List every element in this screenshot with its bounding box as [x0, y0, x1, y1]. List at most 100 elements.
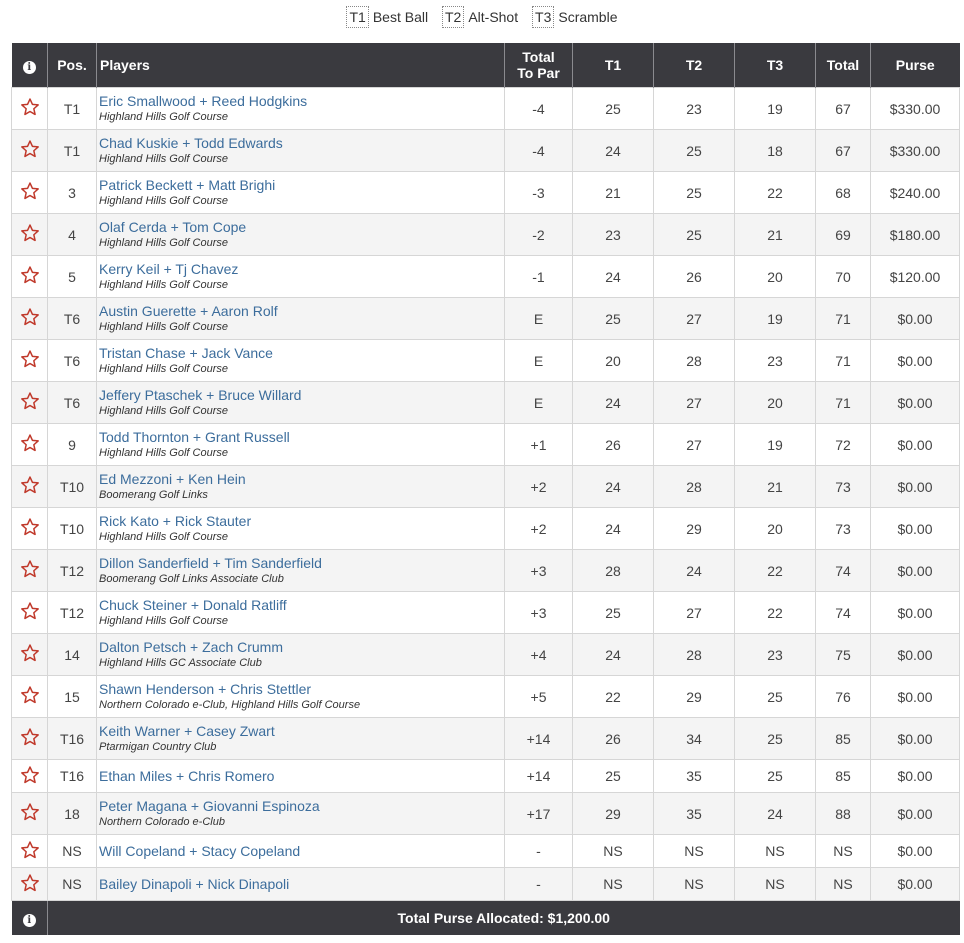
t2-score: 28	[653, 339, 735, 382]
team-names-link[interactable]: Tristan Chase + Jack Vance	[99, 345, 504, 362]
purse-amount: $330.00	[870, 87, 960, 130]
team-names-link[interactable]: Ethan Miles + Chris Romero	[99, 768, 504, 785]
star-outline-icon[interactable]	[20, 223, 40, 243]
star-outline-icon[interactable]	[20, 349, 40, 369]
players-cell: Austin Guerette + Aaron Rolf Highland Hil…	[96, 297, 505, 340]
team-names-link[interactable]: Eric Smallwood + Reed Hodgkins	[99, 93, 504, 110]
info-icon[interactable]: i	[22, 913, 36, 927]
position: T12	[47, 549, 97, 592]
legend-key: T2	[441, 6, 465, 28]
t3-score: 22	[734, 549, 816, 592]
total-score: NS	[815, 867, 871, 901]
position: 5	[47, 255, 97, 298]
star-outline-icon[interactable]	[20, 265, 40, 285]
position: T1	[47, 129, 97, 172]
footer-info-cell[interactable]: i	[11, 900, 48, 935]
total-score: 88	[815, 792, 871, 835]
position: T10	[47, 507, 97, 550]
t1-score: 29	[572, 792, 654, 835]
position: 14	[47, 633, 97, 676]
star-outline-icon[interactable]	[20, 307, 40, 327]
star-outline-icon[interactable]	[20, 727, 40, 747]
t1-score: NS	[572, 834, 654, 868]
favorite-cell	[11, 792, 48, 835]
t1-score: 24	[572, 381, 654, 424]
t3-header[interactable]: T3	[734, 43, 816, 88]
star-outline-icon[interactable]	[20, 765, 40, 785]
team-names-link[interactable]: Bailey Dinapoli + Nick Dinapoli	[99, 876, 504, 893]
team-names-link[interactable]: Peter Magana + Giovanni Espinoza	[99, 798, 504, 815]
total-score: 71	[815, 339, 871, 382]
club-name: Highland Hills Golf Course	[99, 153, 228, 165]
star-outline-icon[interactable]	[20, 475, 40, 495]
players-header[interactable]: Players	[96, 43, 505, 88]
total-header[interactable]: Total	[815, 43, 871, 88]
team-names-link[interactable]: Chuck Steiner + Donald Ratliff	[99, 597, 504, 614]
t3-score: 19	[734, 297, 816, 340]
star-outline-icon[interactable]	[20, 517, 40, 537]
info-header[interactable]: i	[11, 43, 48, 88]
team-names-link[interactable]: Ed Mezzoni + Ken Hein	[99, 471, 504, 488]
t3-score: 19	[734, 423, 816, 466]
star-outline-icon[interactable]	[20, 643, 40, 663]
star-outline-icon[interactable]	[20, 139, 40, 159]
star-outline-icon[interactable]	[20, 840, 40, 860]
to-par: +4	[504, 633, 573, 676]
team-names-link[interactable]: Dalton Petsch + Zach Crumm	[99, 639, 504, 656]
to-par-header[interactable]: Total To Par	[504, 43, 573, 88]
purse-amount: $0.00	[870, 591, 960, 634]
players-cell: Dalton Petsch + Zach Crumm Highland Hills…	[96, 633, 505, 676]
team-names-link[interactable]: Dillon Sanderfield + Tim Sanderfield	[99, 555, 504, 572]
t1-score: 24	[572, 255, 654, 298]
t3-score: 20	[734, 255, 816, 298]
star-outline-icon[interactable]	[20, 802, 40, 822]
purse-amount: $0.00	[870, 465, 960, 508]
star-outline-icon[interactable]	[20, 433, 40, 453]
t2-score: 27	[653, 591, 735, 634]
t2-header[interactable]: T2	[653, 43, 735, 88]
team-names-link[interactable]: Shawn Henderson + Chris Stettler	[99, 681, 504, 698]
team-names-link[interactable]: Olaf Cerda + Tom Cope	[99, 219, 504, 236]
t1-score: 25	[572, 591, 654, 634]
star-outline-icon[interactable]	[20, 181, 40, 201]
total-score: 71	[815, 381, 871, 424]
position: T16	[47, 717, 97, 760]
star-outline-icon[interactable]	[20, 391, 40, 411]
team-names-link[interactable]: Rick Kato + Rick Stauter	[99, 513, 504, 530]
purse-amount: $330.00	[870, 129, 960, 172]
club-name: Highland Hills Golf Course	[99, 279, 228, 291]
position: T6	[47, 381, 97, 424]
team-names-link[interactable]: Patrick Beckett + Matt Brighi	[99, 177, 504, 194]
footer-row: i Total Purse Allocated: $1,200.00	[11, 900, 960, 935]
team-names-link[interactable]: Austin Guerette + Aaron Rolf	[99, 303, 504, 320]
team-names-link[interactable]: Jeffery Ptaschek + Bruce Willard	[99, 387, 504, 404]
info-icon[interactable]: i	[22, 60, 36, 74]
team-names-link[interactable]: Kerry Keil + Tj Chavez	[99, 261, 504, 278]
t1-score: 22	[572, 675, 654, 718]
team-names-link[interactable]: Keith Warner + Casey Zwart	[99, 723, 504, 740]
t1-score: NS	[572, 867, 654, 901]
players-cell: Dillon Sanderfield + Tim Sanderfield Boom…	[96, 549, 505, 592]
star-outline-icon[interactable]	[20, 685, 40, 705]
t2-score: 28	[653, 465, 735, 508]
to-par: -	[504, 867, 573, 901]
team-names-link[interactable]: Todd Thornton + Grant Russell	[99, 429, 504, 446]
purse-header[interactable]: Purse	[870, 43, 960, 88]
purse-amount: $0.00	[870, 297, 960, 340]
team-names-link[interactable]: Will Copeland + Stacy Copeland	[99, 843, 504, 860]
legend-key: T1	[346, 6, 369, 28]
t1-header[interactable]: T1	[572, 43, 654, 88]
t3-score: 19	[734, 87, 816, 130]
players-cell: Peter Magana + Giovanni Espinoza Northern…	[96, 792, 505, 835]
star-outline-icon[interactable]	[20, 601, 40, 621]
pos-header[interactable]: Pos.	[47, 43, 97, 88]
star-outline-icon[interactable]	[20, 559, 40, 579]
team-names-link[interactable]: Chad Kuskie + Todd Edwards	[99, 135, 504, 152]
players-cell: Shawn Henderson + Chris Stettler Northern…	[96, 675, 505, 718]
purse-amount: $0.00	[870, 423, 960, 466]
t1-score: 23	[572, 213, 654, 256]
star-outline-icon[interactable]	[20, 873, 40, 893]
club-name: Northern Colorado e-Club	[99, 816, 225, 828]
star-outline-icon[interactable]	[20, 97, 40, 117]
t2-score: 29	[653, 507, 735, 550]
